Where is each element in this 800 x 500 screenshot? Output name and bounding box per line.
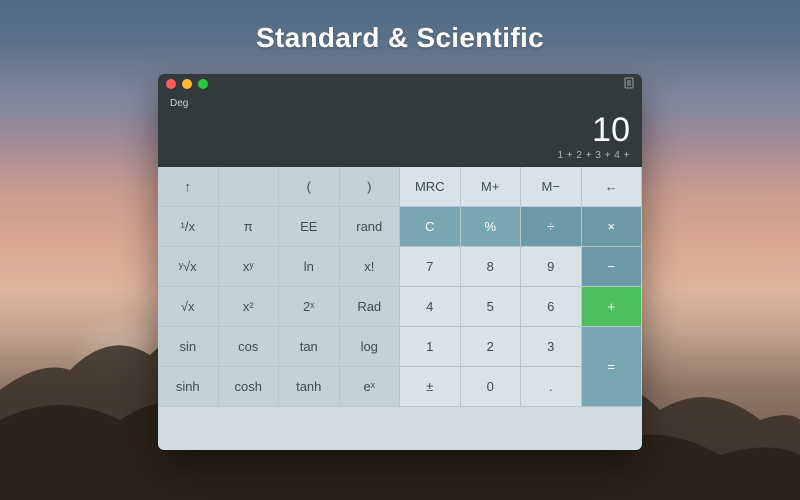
key-paren-close[interactable]: ) (340, 167, 401, 207)
key-divide[interactable]: ÷ (521, 207, 582, 247)
key-multiply[interactable]: × (582, 207, 643, 247)
key-m-plus[interactable]: M+ (461, 167, 522, 207)
key-x-squared[interactable]: x² (219, 287, 280, 327)
key-cosh[interactable]: cosh (219, 367, 280, 407)
key-tan[interactable]: tan (279, 327, 340, 367)
key-3[interactable]: 3 (521, 327, 582, 367)
key-sinh[interactable]: sinh (158, 367, 219, 407)
display-area: Deg 10 1 + 2 + 3 + 4 + (158, 94, 642, 167)
key-sin[interactable]: sin (158, 327, 219, 367)
key-m-minus[interactable]: M− (521, 167, 582, 207)
key-1[interactable]: 1 (400, 327, 461, 367)
key-7[interactable]: 7 (400, 247, 461, 287)
key-mrc[interactable]: MRC (400, 167, 461, 207)
zoom-icon[interactable] (198, 79, 208, 89)
key-8[interactable]: 8 (461, 247, 522, 287)
key-rand[interactable]: rand (340, 207, 401, 247)
keypad: ↑ ( ) MRC M+ M− ← ¹/x π EE rand C % ÷ × … (158, 167, 642, 407)
key-blank[interactable] (219, 167, 280, 207)
key-ln[interactable]: ln (279, 247, 340, 287)
key-4[interactable]: 4 (400, 287, 461, 327)
key-paren-open[interactable]: ( (279, 167, 340, 207)
key-9[interactable]: 9 (521, 247, 582, 287)
key-decimal[interactable]: . (521, 367, 582, 407)
key-e-pow-x[interactable]: eˣ (340, 367, 401, 407)
key-clear[interactable]: C (400, 207, 461, 247)
key-6[interactable]: 6 (521, 287, 582, 327)
key-2-pow-x[interactable]: 2ˣ (279, 287, 340, 327)
page-heading: Standard & Scientific (0, 22, 800, 54)
key-tanh[interactable]: tanh (279, 367, 340, 407)
key-0[interactable]: 0 (461, 367, 522, 407)
result-value: 10 (170, 112, 630, 148)
key-yroot[interactable]: ʸ√x (158, 247, 219, 287)
minimize-icon[interactable] (182, 79, 192, 89)
key-reciprocal[interactable]: ¹/x (158, 207, 219, 247)
angle-mode: Deg (170, 98, 630, 112)
key-sqrt[interactable]: √x (158, 287, 219, 327)
key-minus[interactable]: − (582, 247, 643, 287)
key-plusminus[interactable]: ± (400, 367, 461, 407)
key-x-pow-y[interactable]: xʸ (219, 247, 280, 287)
key-cos[interactable]: cos (219, 327, 280, 367)
key-5[interactable]: 5 (461, 287, 522, 327)
key-ee[interactable]: EE (279, 207, 340, 247)
key-rad[interactable]: Rad (340, 287, 401, 327)
key-equals[interactable]: = (582, 327, 643, 407)
key-up-arrow[interactable]: ↑ (158, 167, 219, 207)
calculator-window: Deg 10 1 + 2 + 3 + 4 + ↑ ( ) MRC M+ M− ←… (158, 74, 642, 450)
titlebar (158, 74, 642, 94)
key-log[interactable]: log (340, 327, 401, 367)
key-pi[interactable]: π (219, 207, 280, 247)
key-percent[interactable]: % (461, 207, 522, 247)
close-icon[interactable] (166, 79, 176, 89)
key-2[interactable]: 2 (461, 327, 522, 367)
expression-history: 1 + 2 + 3 + 4 + (170, 148, 630, 161)
key-backspace[interactable]: ← (582, 167, 643, 207)
key-factorial[interactable]: x! (340, 247, 401, 287)
history-icon[interactable] (624, 77, 634, 92)
key-plus[interactable]: + (582, 287, 643, 327)
